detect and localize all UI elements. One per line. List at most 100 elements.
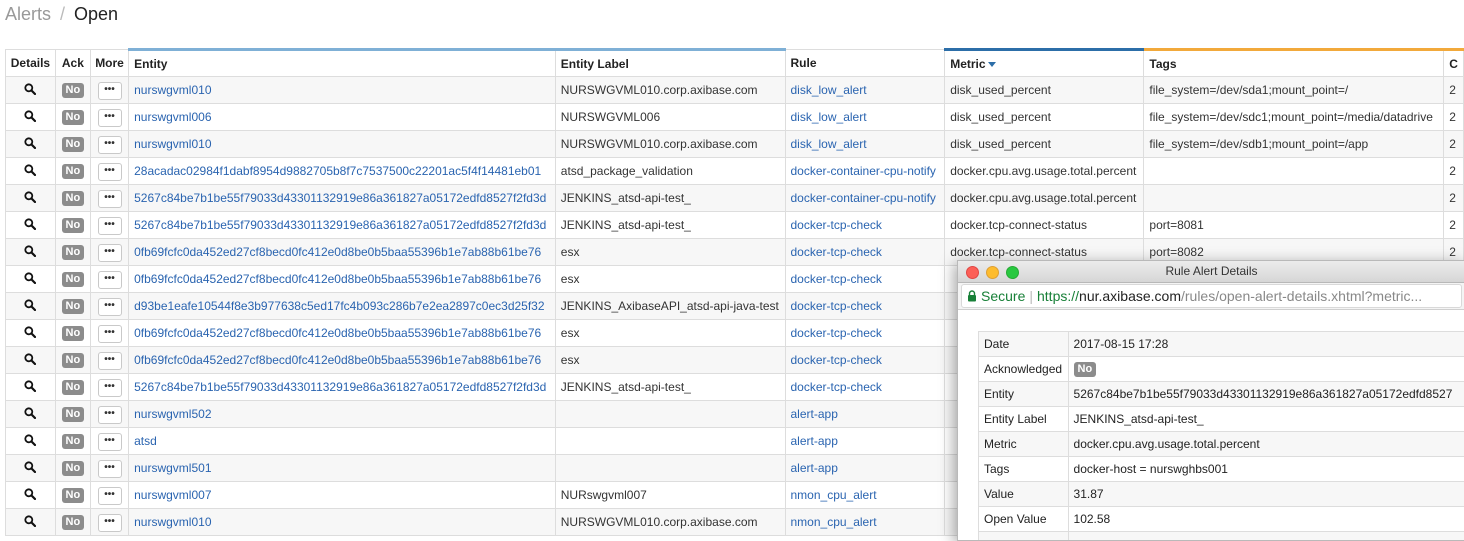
magnifier-icon[interactable] <box>24 272 36 287</box>
magnifier-icon[interactable] <box>24 407 36 422</box>
entity-link[interactable]: nurswgvml502 <box>134 407 211 421</box>
rule-link[interactable]: docker-container-cpu-notify <box>791 164 936 178</box>
more-button[interactable]: ••• <box>98 487 122 505</box>
more-button[interactable]: ••• <box>98 433 122 451</box>
ack-button[interactable]: No <box>62 83 85 98</box>
ack-button[interactable]: No <box>62 434 85 449</box>
entity-link[interactable]: d93be1eafe10544f8e3b977638c5ed17fc4b093c… <box>134 299 544 313</box>
rule-link[interactable]: alert-app <box>791 407 838 421</box>
url-field[interactable]: Secure|https://nur.axibase.com/rules/ope… <box>961 284 1462 308</box>
entity-link[interactable]: 5267c84be7b1be55f79033d43301132919e86a36… <box>134 218 546 232</box>
magnifier-icon[interactable] <box>24 434 36 449</box>
rule-link[interactable]: alert-app <box>791 434 838 448</box>
ack-button[interactable]: No <box>62 353 85 368</box>
rule-link[interactable]: docker-tcp-check <box>791 218 882 232</box>
magnifier-icon[interactable] <box>24 353 36 368</box>
more-button[interactable]: ••• <box>98 244 122 262</box>
entity-link[interactable]: 5267c84be7b1be55f79033d43301132919e86a36… <box>134 191 546 205</box>
magnifier-icon[interactable] <box>24 83 36 98</box>
magnifier-icon[interactable] <box>24 191 36 206</box>
rule-link[interactable]: docker-container-cpu-notify <box>791 191 936 205</box>
entity-link[interactable]: 0fb69fcfc0da452ed27cf8becd0fc412e0d8be0b… <box>134 272 541 286</box>
magnifier-icon[interactable] <box>24 110 36 125</box>
entity-link[interactable]: nurswgvml010 <box>134 515 211 529</box>
magnifier-icon[interactable] <box>24 137 36 152</box>
ack-button[interactable]: No <box>62 488 85 503</box>
entity-link[interactable]: atsd <box>134 434 157 448</box>
entity-link[interactable]: nurswgvml006 <box>134 110 211 124</box>
more-button[interactable]: ••• <box>98 109 122 127</box>
more-button[interactable]: ••• <box>98 190 122 208</box>
magnifier-icon[interactable] <box>24 326 36 341</box>
more-button[interactable]: ••• <box>98 136 122 154</box>
rule-link[interactable]: disk_low_alert <box>791 83 867 97</box>
more-button[interactable]: ••• <box>98 352 122 370</box>
ack-button[interactable]: No <box>62 326 85 341</box>
url-path: /rules/open-alert-details.xhtml?metric..… <box>1181 288 1422 304</box>
rule-link[interactable]: docker-tcp-check <box>791 353 882 367</box>
column-header-tags[interactable]: Tags <box>1144 50 1444 77</box>
ack-button[interactable]: No <box>62 245 85 260</box>
ack-button[interactable]: No <box>62 191 85 206</box>
more-button[interactable]: ••• <box>98 460 122 478</box>
more-button[interactable]: ••• <box>98 514 122 532</box>
rule-link[interactable]: alert-app <box>791 461 838 475</box>
column-header-entity[interactable]: Entity <box>129 50 556 77</box>
ack-button[interactable]: No <box>62 218 85 233</box>
ack-button[interactable]: No <box>62 461 85 476</box>
magnifier-icon[interactable] <box>24 164 36 179</box>
entity-link[interactable]: 0fb69fcfc0da452ed27cf8becd0fc412e0d8be0b… <box>134 353 541 367</box>
entity-link[interactable]: nurswgvml501 <box>134 461 211 475</box>
column-header-metric[interactable]: Metric <box>945 50 1144 77</box>
entity-link[interactable]: nurswgvml010 <box>134 83 211 97</box>
breadcrumb-alerts-link[interactable]: Alerts <box>5 4 51 24</box>
more-button[interactable]: ••• <box>98 298 122 316</box>
column-header-rule[interactable]: Rule <box>785 50 945 77</box>
entity-link[interactable]: 0fb69fcfc0da452ed27cf8becd0fc412e0d8be0b… <box>134 245 541 259</box>
rule-link[interactable]: nmon_cpu_alert <box>791 488 877 502</box>
rule-link[interactable]: disk_low_alert <box>791 137 867 151</box>
ack-button[interactable]: No <box>62 515 85 530</box>
magnifier-icon[interactable] <box>24 461 36 476</box>
ack-button[interactable]: No <box>62 272 85 287</box>
ack-cell: No <box>55 455 90 482</box>
more-button[interactable]: ••• <box>98 379 122 397</box>
acknowledged-badge[interactable]: No <box>1074 362 1097 377</box>
magnifier-icon[interactable] <box>24 245 36 260</box>
ack-button[interactable]: No <box>62 299 85 314</box>
column-header-overflow[interactable]: C <box>1444 50 1464 77</box>
detail-value: 2017-08-15 17:28 <box>1068 332 1464 357</box>
rule-link[interactable]: docker-tcp-check <box>791 299 882 313</box>
magnifier-icon[interactable] <box>24 299 36 314</box>
window-titlebar[interactable]: Rule Alert Details <box>958 261 1464 283</box>
column-header-entity-label[interactable]: Entity Label <box>555 50 785 77</box>
rule-link[interactable]: docker-tcp-check <box>791 380 882 394</box>
entity-link[interactable]: nurswgvml007 <box>134 488 211 502</box>
rule-link[interactable]: nmon_cpu_alert <box>791 515 877 529</box>
entity-link[interactable]: 5267c84be7b1be55f79033d43301132919e86a36… <box>134 380 546 394</box>
more-button[interactable]: ••• <box>98 163 122 181</box>
rule-link[interactable]: docker-tcp-check <box>791 326 882 340</box>
more-button[interactable]: ••• <box>98 82 122 100</box>
more-button[interactable]: ••• <box>98 325 122 343</box>
more-button[interactable]: ••• <box>98 271 122 289</box>
ack-button[interactable]: No <box>62 380 85 395</box>
ack-button[interactable]: No <box>62 110 85 125</box>
entity-link[interactable]: 28acadac02984f1dabf8954d9882705b8f7c7537… <box>134 164 541 178</box>
rule-link[interactable]: docker-tcp-check <box>791 245 882 259</box>
entity-link[interactable]: nurswgvml010 <box>134 137 211 151</box>
entity-link[interactable]: 0fb69fcfc0da452ed27cf8becd0fc412e0d8be0b… <box>134 326 541 340</box>
ack-button[interactable]: No <box>62 164 85 179</box>
magnifier-icon[interactable] <box>24 218 36 233</box>
more-button[interactable]: ••• <box>98 217 122 235</box>
magnifier-icon[interactable] <box>24 515 36 530</box>
ack-button[interactable]: No <box>62 407 85 422</box>
magnifier-icon[interactable] <box>24 488 36 503</box>
column-header-ack[interactable]: Ack <box>55 50 90 77</box>
rule-link[interactable]: disk_low_alert <box>791 110 867 124</box>
ack-button[interactable]: No <box>62 137 85 152</box>
magnifier-icon[interactable] <box>24 380 36 395</box>
rule-link[interactable]: docker-tcp-check <box>791 272 882 286</box>
more-button[interactable]: ••• <box>98 406 122 424</box>
ack-cell: No <box>55 374 90 401</box>
